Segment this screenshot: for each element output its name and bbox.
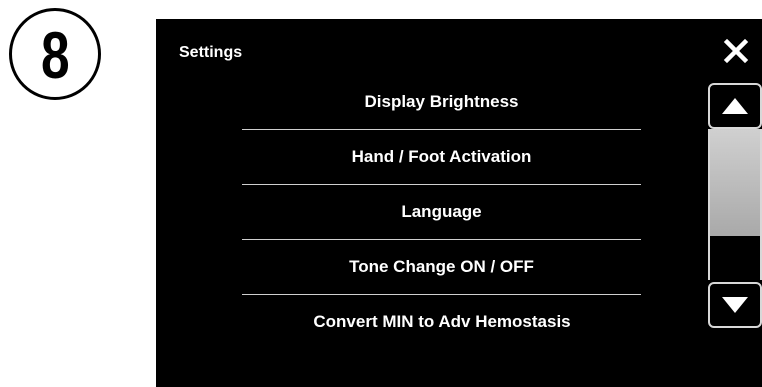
triangle-up-icon (722, 98, 748, 114)
menu-item-language[interactable]: Language (242, 185, 641, 239)
scroll-down-button[interactable] (708, 282, 762, 328)
stage: 8 Settings Display Brightness Hand / Foo… (0, 0, 762, 387)
menu-item-display-brightness[interactable]: Display Brightness (242, 75, 641, 129)
menu-item-tone-change[interactable]: Tone Change ON / OFF (242, 240, 641, 294)
step-number: 8 (40, 18, 70, 92)
close-button[interactable] (722, 37, 750, 65)
scroll-track[interactable] (708, 129, 762, 280)
scroll-up-button[interactable] (708, 83, 762, 129)
settings-screen: Settings Display Brightness Hand / Foot … (156, 19, 762, 387)
step-number-badge: 8 (9, 8, 101, 100)
close-icon (723, 38, 749, 64)
settings-menu: Display Brightness Hand / Foot Activatio… (242, 75, 641, 349)
scroll-thumb[interactable] (710, 129, 760, 236)
menu-item-hand-foot-activation[interactable]: Hand / Foot Activation (242, 130, 641, 184)
triangle-down-icon (722, 297, 748, 313)
page-title: Settings (179, 44, 243, 61)
menu-item-convert-min-to-adv-hemostasis[interactable]: Convert MIN to Adv Hemostasis (232, 295, 652, 349)
